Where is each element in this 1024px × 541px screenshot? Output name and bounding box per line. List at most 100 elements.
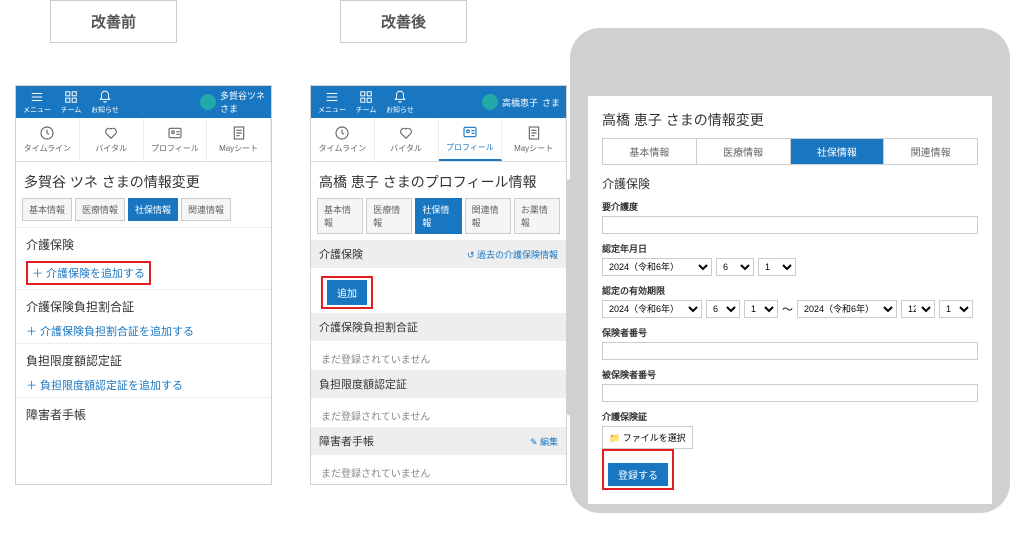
section-heading: 介護保険負担割合証 (319, 319, 418, 335)
select-cert-year[interactable]: 2024（令和6年） (602, 258, 712, 276)
input-insno[interactable] (602, 342, 978, 360)
ptab-social[interactable]: 社保情報 (791, 139, 885, 164)
id-icon (167, 125, 183, 141)
user-chip[interactable]: 高橋恵子 さま (482, 94, 560, 110)
select-to-day[interactable]: 1 (939, 300, 973, 318)
section-futan: 介護保険負担割合証 ＋ 介護保険負担割合証を追加する (16, 289, 271, 343)
ptab-related[interactable]: 関連情報 (884, 139, 977, 164)
input-insuredno[interactable] (602, 384, 978, 402)
sub-tabs: 基本情報 医療情報 社保情報 関連情報 (16, 198, 271, 227)
tab-sheet-label: Mayシート (219, 143, 258, 154)
select-to-month[interactable]: 12 (901, 300, 935, 318)
section-gendo: まだ登録されていません (311, 398, 566, 427)
heart-icon (398, 125, 414, 141)
select-to-year[interactable]: 2024（令和6年） (797, 300, 897, 318)
empty-text: まだ登録されていません (321, 406, 556, 423)
select-from-day[interactable]: 1 (744, 300, 778, 318)
add-futan-link[interactable]: ＋ 介護保険負担割合証を追加する (26, 323, 194, 339)
grid-icon (64, 90, 78, 104)
subtab-social[interactable]: 社保情報 (415, 198, 461, 234)
tab-timeline[interactable]: タイムライン (16, 118, 80, 161)
subtab-medical[interactable]: 医療情報 (75, 198, 125, 221)
subtab-related[interactable]: 関連情報 (465, 198, 511, 234)
highlight-box: ＋ 介護保険を追加する (26, 261, 151, 285)
heart-icon (103, 125, 119, 141)
highlight-box: 追加 (321, 276, 373, 309)
page-title: 高橋 恵子 さまのプロフィール情報 (311, 162, 566, 198)
menu-button[interactable]: メニュー (22, 90, 52, 115)
tab-sheet[interactable]: Mayシート (207, 118, 271, 161)
subtab-medical[interactable]: 医療情報 (366, 198, 412, 234)
notice-button[interactable]: お知らせ (90, 90, 120, 115)
add-kaigo-link[interactable]: ＋ 介護保険を追加する (32, 265, 145, 281)
past-link[interactable]: 過去の介護保険情報 (467, 248, 558, 261)
team-button[interactable]: チーム (56, 90, 86, 115)
select-cert-month[interactable]: 6 (716, 258, 754, 276)
edit-link[interactable]: 編集 (530, 435, 558, 448)
avatar (200, 94, 216, 110)
tab-sheet-label: Mayシート (514, 143, 553, 154)
page-title: 多賀谷 ツネ さまの情報変更 (16, 162, 271, 198)
notice-label: お知らせ (91, 105, 119, 115)
select-from-month[interactable]: 6 (706, 300, 740, 318)
user-suffix: さま (542, 96, 560, 109)
popover-wrap: 高橋 恵子 さまの情報変更 基本情報 医療情報 社保情報 関連情報 介護保険 要… (570, 28, 1010, 513)
team-label: チーム (61, 105, 82, 115)
clock-icon (39, 125, 55, 141)
select-cert-day[interactable]: 1 (758, 258, 796, 276)
panel-tabs: 基本情報 医療情報 社保情報 関連情報 (602, 138, 978, 165)
section-kaigo-head: 介護保険 過去の介護保険情報 (311, 240, 566, 268)
empty-text: まだ登録されていません (321, 349, 556, 366)
user-name: 多賀谷ツネ (220, 91, 265, 101)
user-suffix: さま (220, 104, 238, 114)
subtab-basic[interactable]: 基本情報 (317, 198, 363, 234)
add-button[interactable]: 追加 (327, 280, 367, 305)
subtab-meds[interactable]: お薬情報 (514, 198, 560, 234)
section-gendo: 負担限度額認定証 ＋ 負担限度額認定証を追加する (16, 343, 271, 397)
tab-vital[interactable]: バイタル (80, 118, 144, 161)
menu-icon (325, 90, 339, 104)
file-picker[interactable]: 📁 ファイルを選択 (602, 426, 693, 449)
section-heading: 障害者手帳 (319, 433, 374, 449)
subtab-social[interactable]: 社保情報 (128, 198, 178, 221)
tab-timeline-label: タイムライン (24, 143, 71, 154)
section-heading: 介護保険負担割合証 (26, 298, 261, 315)
input-level[interactable] (602, 216, 978, 234)
add-gendo-link[interactable]: ＋ 負担限度額認定証を追加する (26, 377, 183, 393)
tab-vital[interactable]: バイタル (375, 118, 439, 161)
ptab-basic[interactable]: 基本情報 (603, 139, 697, 164)
submit-button[interactable]: 登録する (608, 463, 668, 486)
highlight-box: 登録する (602, 449, 674, 490)
notice-label: お知らせ (386, 105, 414, 115)
section-heading: 障害者手帳 (26, 406, 261, 423)
label-valid: 認定の有効期限 (602, 284, 978, 297)
team-button[interactable]: チーム (351, 90, 381, 115)
sheet-icon (231, 125, 247, 141)
section-techo: 障害者手帳 (16, 397, 271, 435)
menu-button[interactable]: メニュー (317, 90, 347, 115)
label-after: 改善後 (340, 0, 467, 43)
label-level: 要介護度 (602, 200, 978, 213)
empty-text: まだ登録されていません (321, 463, 556, 480)
tab-timeline[interactable]: タイムライン (311, 118, 375, 161)
edit-panel: 高橋 恵子 さまの情報変更 基本情報 医療情報 社保情報 関連情報 介護保険 要… (588, 96, 992, 504)
subtab-related[interactable]: 関連情報 (181, 198, 231, 221)
user-chip[interactable]: 多賀谷ツネさま (200, 89, 265, 115)
clock-icon (334, 125, 350, 141)
section-heading: 介護保険 (319, 246, 363, 262)
sub-tabs: 基本情報 医療情報 社保情報 関連情報 お薬情報 (311, 198, 566, 240)
subtab-basic[interactable]: 基本情報 (22, 198, 72, 221)
tab-profile[interactable]: プロフィール (144, 118, 208, 161)
section-heading: 介護保険 (26, 236, 261, 253)
notice-button[interactable]: お知らせ (385, 90, 415, 115)
label-insno: 保険者番号 (602, 326, 978, 339)
section-kaigo: 追加 (311, 268, 566, 313)
select-from-year[interactable]: 2024（令和6年） (602, 300, 702, 318)
ptab-medical[interactable]: 医療情報 (697, 139, 791, 164)
label-insuredno: 被保険者番号 (602, 368, 978, 381)
tab-sheet[interactable]: Mayシート (502, 118, 566, 161)
sheet-icon (526, 125, 542, 141)
section-techo: まだ登録されていません (311, 455, 566, 484)
section-gendo-head: 負担限度額認定証 (311, 370, 566, 398)
tab-profile[interactable]: プロフィール (439, 118, 503, 161)
